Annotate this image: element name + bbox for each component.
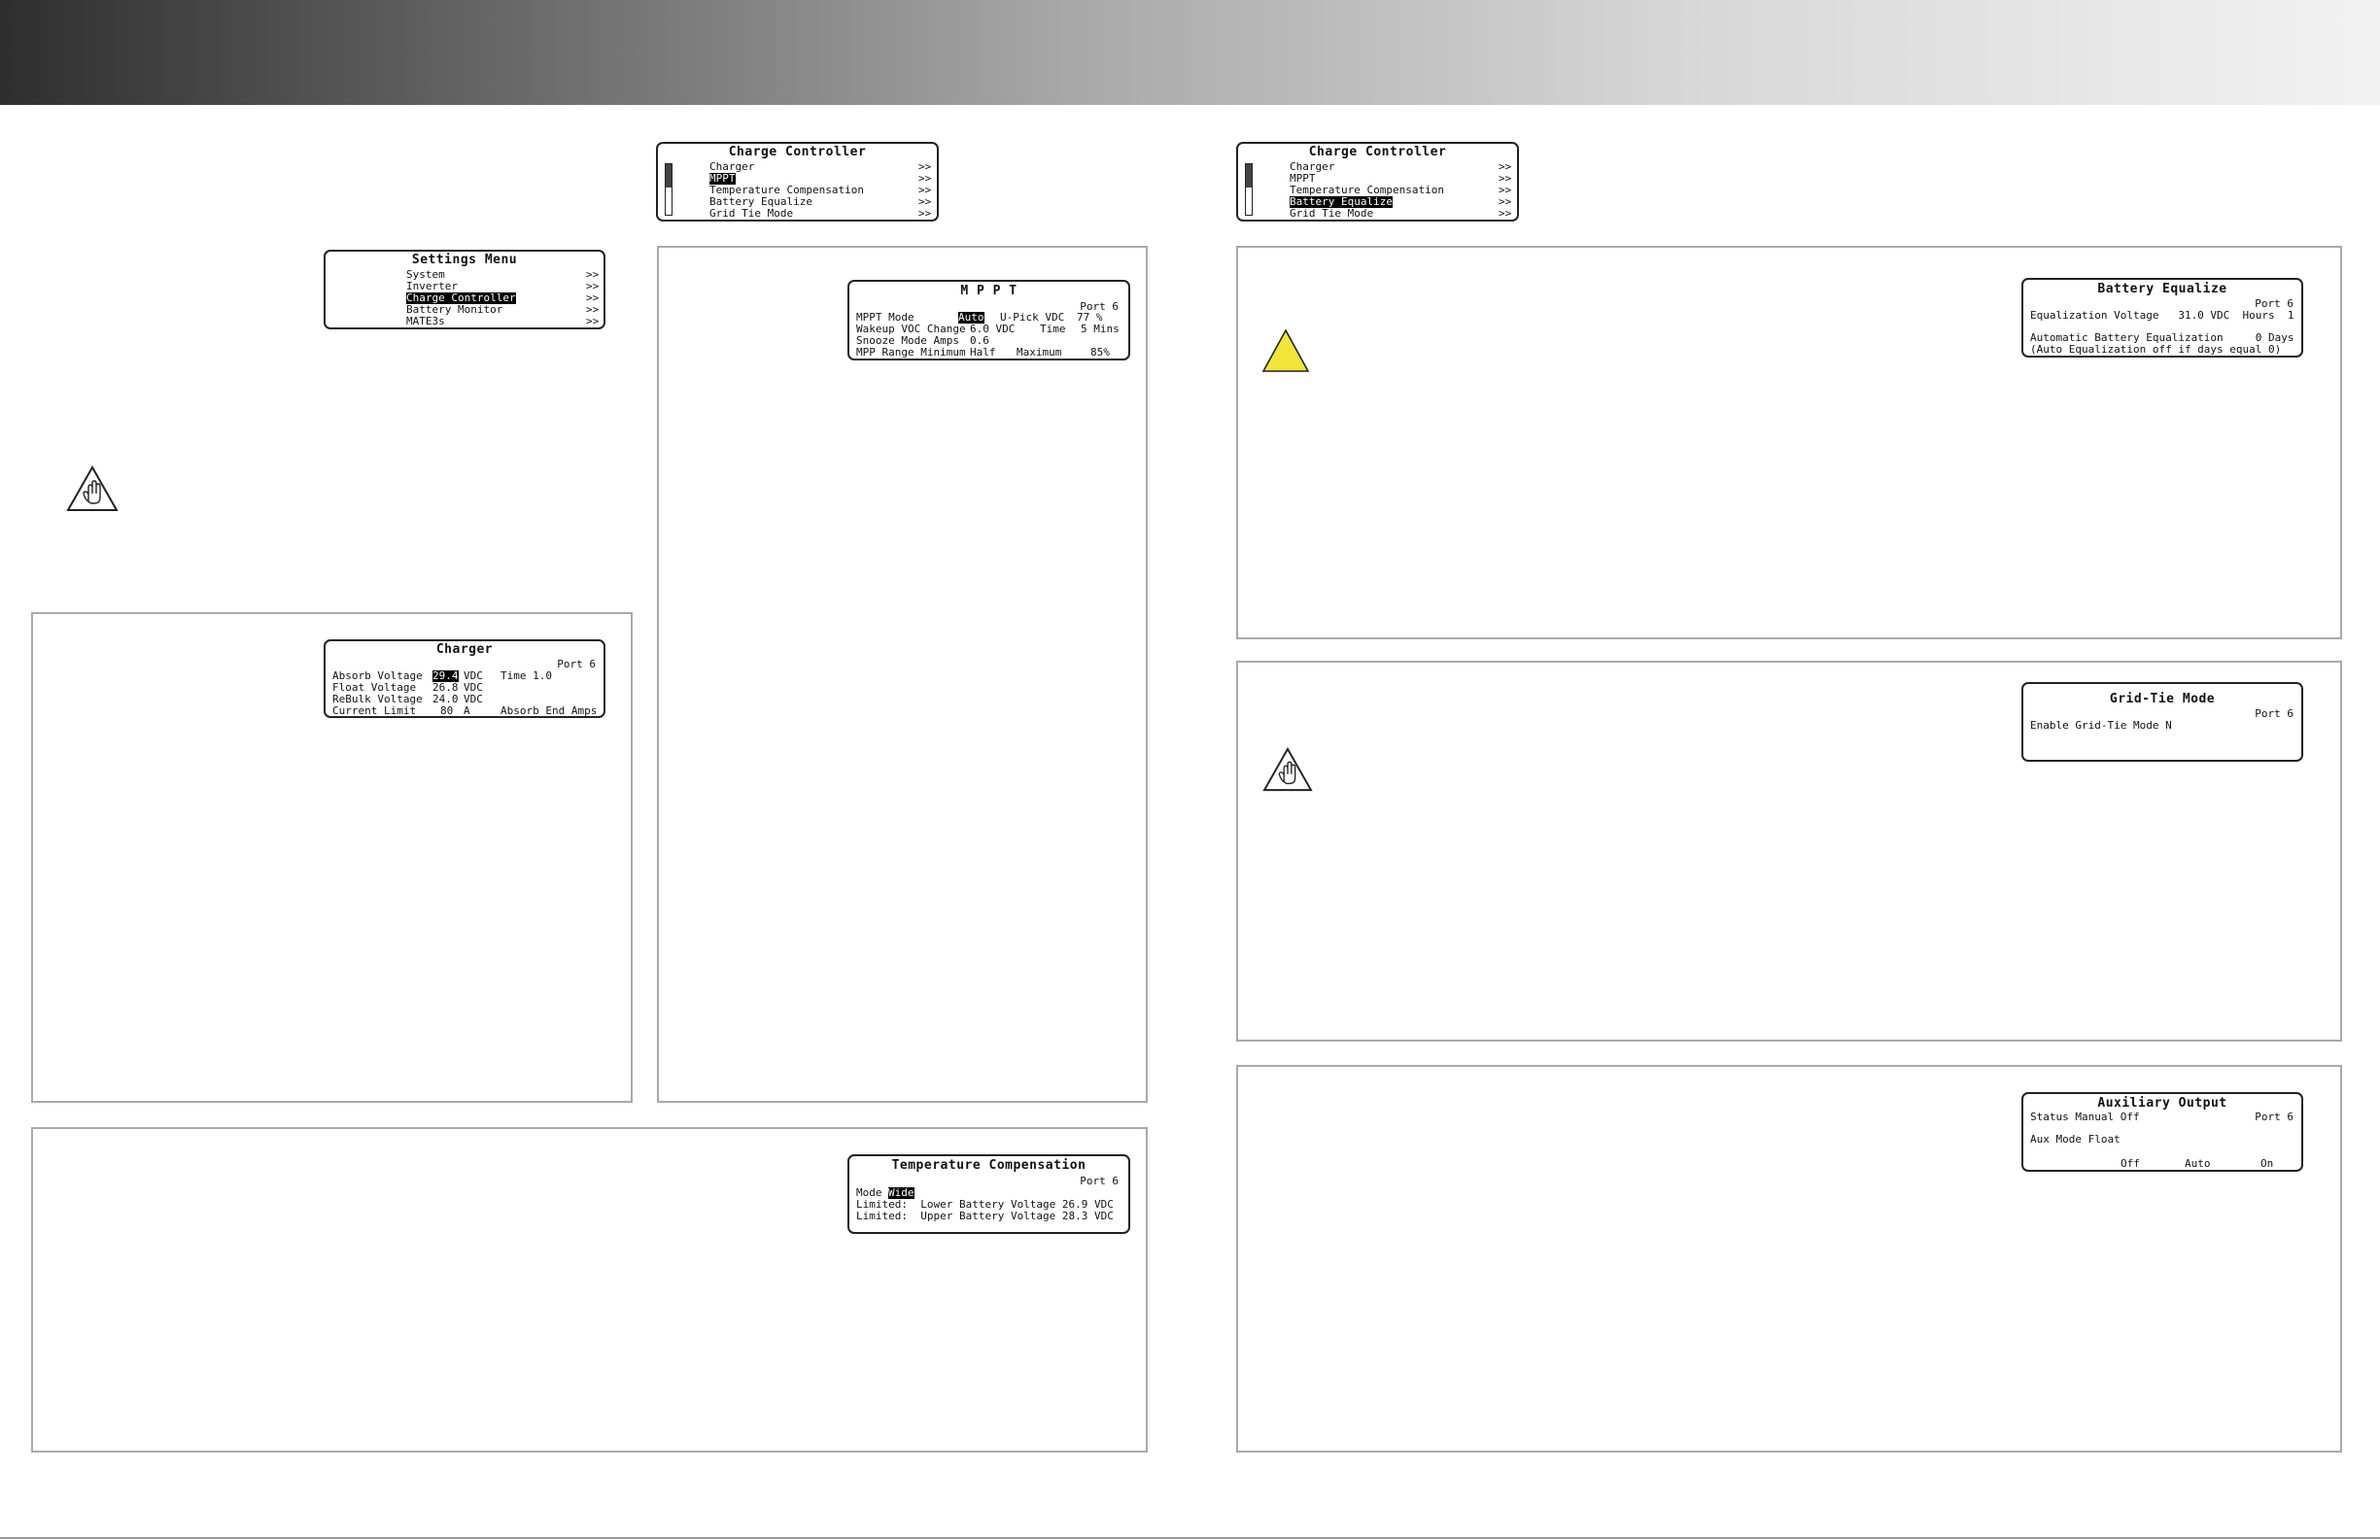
absorb-time: Time 1.0	[500, 669, 552, 682]
current-limit-value[interactable]: 80	[440, 705, 453, 717]
settings-menu-screen: Settings Menu System >> Inverter >> Charge C…	[324, 250, 605, 329]
header-gradient-bar	[0, 0, 2380, 105]
cc-menu-screen-eq: Charge Controller Charger >> MPPT >> Tempera…	[1236, 142, 1519, 222]
mppt-screen: M P P T Port 6 MPPT Mode Auto U-Pick VDC…	[847, 280, 1130, 360]
wakeup-time-label: Time	[1040, 323, 1066, 335]
charger-title: Charger	[435, 642, 494, 657]
battery-equalize-title: Battery Equalize	[2097, 282, 2227, 296]
menu-scrollbar[interactable]	[1245, 163, 1253, 216]
aux-status: Status Manual Off	[2030, 1111, 2140, 1123]
caution-triangle-icon	[1261, 328, 1310, 372]
battery-equalize-screen: Battery Equalize Port 6 Equalization Vol…	[2021, 278, 2303, 358]
menu-scrollbar-thumb[interactable]	[666, 164, 672, 188]
mppt-panel	[657, 246, 1148, 1103]
grid-tie-port: Port 6	[2255, 707, 2294, 720]
wakeup-time-value[interactable]: 5 Mins	[1081, 324, 1120, 335]
menu-arrow-icon: >>	[1499, 207, 1512, 220]
menu-item-grid-tie-mode[interactable]: Grid Tie Mode	[1290, 208, 1373, 220]
mppt-title: M P P T	[960, 284, 1018, 298]
temp-comp-title: Temperature Compensation	[891, 1158, 1087, 1173]
grid-tie-title: Grid-Tie Mode	[2109, 692, 2216, 706]
current-limit-unit: A	[464, 704, 470, 717]
temp-comp-screen: Temperature Compensation Port 6 Mode Wid…	[847, 1154, 1130, 1234]
current-limit-label: Current Limit	[332, 704, 417, 717]
menu-scrollbar[interactable]	[665, 163, 673, 216]
aux-auto-button[interactable]: Auto	[2185, 1158, 2211, 1170]
footer-line	[0, 1537, 2380, 1539]
mpp-range-max[interactable]: 85%	[1090, 347, 1110, 359]
temp-comp-port: Port 6	[1080, 1175, 1119, 1187]
absorb-end-amps[interactable]: Absorb End Amps 0	[500, 705, 604, 717]
cc-menu-title: Charge Controller	[728, 145, 867, 159]
charger-screen: Charger Port 6 Absorb Voltage 29.4 VDC T…	[324, 639, 605, 718]
mpp-range-max-label: Maximum	[1017, 346, 1062, 359]
grid-tie-enable[interactable]: Enable Grid-Tie Mode N	[2030, 720, 2172, 732]
cc-menu-screen-mppt: Charge Controller Charger >> MPPT >> Tempera…	[656, 142, 939, 222]
note-hand-icon	[1262, 746, 1313, 792]
menu-arrow-icon: >>	[918, 207, 932, 220]
aux-output-title: Auxiliary Output	[2097, 1096, 2227, 1111]
menu-item-mate3s[interactable]: MATE3s	[406, 316, 445, 327]
note-hand-icon	[66, 464, 119, 511]
aux-mode[interactable]: Aux Mode Float	[2030, 1134, 2121, 1146]
cc-menu-title: Charge Controller	[1308, 145, 1447, 159]
charger-port: Port 6	[557, 658, 596, 670]
menu-item-grid-tie-mode[interactable]: Grid Tie Mode	[709, 208, 793, 220]
auto-equalization-note: (Auto Equalization off if days equal 0)	[2030, 343, 2282, 356]
menu-scrollbar-thumb[interactable]	[1246, 164, 1252, 188]
aux-output-screen: Auxiliary Output Status Manual Off Port …	[2021, 1092, 2303, 1172]
temp-comp-upper[interactable]: Limited: Upper Battery Voltage 28.3 VDC	[856, 1211, 1114, 1222]
aux-port: Port 6	[2255, 1111, 2294, 1123]
grid-tie-screen: Grid-Tie Mode Port 6 Enable Grid-Tie Mod…	[2021, 682, 2303, 762]
aux-off-button[interactable]: Off	[2121, 1158, 2140, 1170]
menu-arrow-icon: >>	[586, 315, 600, 327]
settings-menu-title: Settings Menu	[411, 253, 518, 267]
equalization-voltage[interactable]: Equalization Voltage 31.0 VDC Hours 1	[2030, 310, 2294, 322]
mpp-range-label: MPP Range Minimum	[856, 346, 966, 359]
aux-on-button[interactable]: On	[2260, 1158, 2273, 1170]
mpp-range-min[interactable]: Half	[970, 347, 996, 359]
